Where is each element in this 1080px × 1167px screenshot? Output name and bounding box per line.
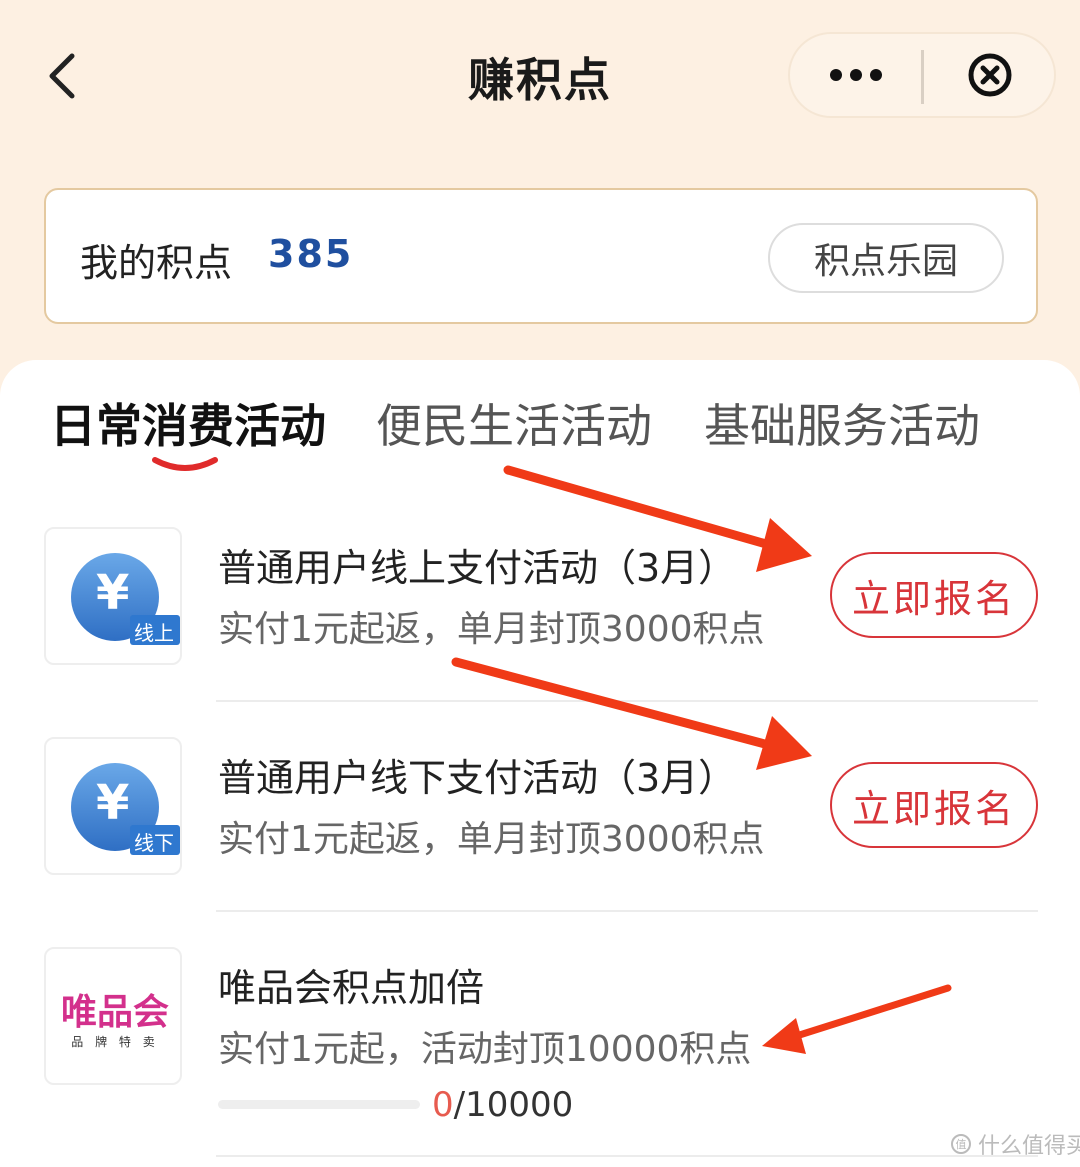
points-value: 385 bbox=[268, 232, 354, 276]
more-dots-icon bbox=[830, 69, 882, 81]
tab-daily-consumption[interactable]: 日常消费活动 bbox=[50, 390, 326, 456]
nav-header: 赚积点 bbox=[0, 0, 1080, 150]
tab-basic-services[interactable]: 基础服务活动 bbox=[704, 390, 980, 456]
activity-item-online: ¥ 线上 普通用户线上支付活动（3月） 实付1元起返，单月封顶3000积点 立即… bbox=[0, 525, 1080, 735]
activity-subtitle: 实付1元起，活动封顶10000积点 bbox=[218, 1029, 752, 1070]
more-button[interactable] bbox=[790, 34, 922, 116]
activity-title: 普通用户线上支付活动（3月） bbox=[218, 546, 737, 590]
row-divider bbox=[216, 700, 1038, 702]
activity-logo-offline: ¥ 线下 bbox=[44, 737, 182, 875]
logo-yuan: ¥ bbox=[96, 565, 130, 621]
progress-current: 0 bbox=[432, 1085, 454, 1125]
vip-logo-sub: 品 牌 特 卖 bbox=[71, 1035, 159, 1049]
watermark-text: 什么值得买 bbox=[978, 1134, 1080, 1159]
tab-convenience-life[interactable]: 便民生活活动 bbox=[376, 390, 652, 456]
svg-text:值: 值 bbox=[956, 1138, 967, 1151]
logo-yuan: ¥ bbox=[96, 775, 130, 831]
activity-item-offline: ¥ 线下 普通用户线下支付活动（3月） 实付1元起返，单月封顶3000积点 立即… bbox=[0, 735, 1080, 945]
close-circle-icon bbox=[968, 53, 1012, 97]
activity-subtitle: 实付1元起返，单月封顶3000积点 bbox=[218, 819, 765, 860]
row-divider bbox=[216, 1155, 1038, 1157]
activity-title: 唯品会积点加倍 bbox=[218, 966, 485, 1010]
progress-text: 0/10000 bbox=[432, 1085, 573, 1125]
logo-badge: 线下 bbox=[134, 831, 174, 855]
activity-logo-vip: 唯品会 品 牌 特 卖 bbox=[44, 947, 182, 1085]
row-divider bbox=[216, 910, 1038, 912]
progress-bar bbox=[218, 1100, 420, 1109]
active-tab-indicator bbox=[152, 457, 218, 471]
smzdm-logo-icon: 值 bbox=[951, 1134, 971, 1154]
close-button[interactable] bbox=[926, 34, 1054, 116]
points-park-button[interactable]: 积点乐园 bbox=[768, 223, 1004, 293]
activity-item-vip: 唯品会 品 牌 特 卖 唯品会积点加倍 实付1元起，活动封顶10000积点 0/… bbox=[0, 945, 1080, 1167]
activity-logo-online: ¥ 线上 bbox=[44, 527, 182, 665]
signup-button[interactable]: 立即报名 bbox=[830, 762, 1038, 848]
progress-total: /10000 bbox=[453, 1085, 574, 1125]
tab-bar: 日常消费活动 便民生活活动 基础服务活动 bbox=[0, 360, 1080, 490]
activity-title: 普通用户线下支付活动（3月） bbox=[218, 756, 737, 800]
watermark: 值 什么值得买 bbox=[950, 1128, 1080, 1160]
points-card: 我的积点 385 积点乐园 bbox=[44, 188, 1038, 324]
signup-button[interactable]: 立即报名 bbox=[830, 552, 1038, 638]
points-label: 我的积点 bbox=[80, 241, 233, 285]
capsule-divider bbox=[921, 50, 924, 104]
vip-logo-text: 唯品会 bbox=[60, 992, 169, 1033]
activity-subtitle: 实付1元起返，单月封顶3000积点 bbox=[218, 609, 765, 650]
logo-badge: 线上 bbox=[134, 621, 174, 645]
activity-panel: 日常消费活动 便民生活活动 基础服务活动 ¥ 线上 普通用户线上支付活动（3月） bbox=[0, 360, 1080, 1167]
mini-program-capsule bbox=[788, 32, 1056, 118]
